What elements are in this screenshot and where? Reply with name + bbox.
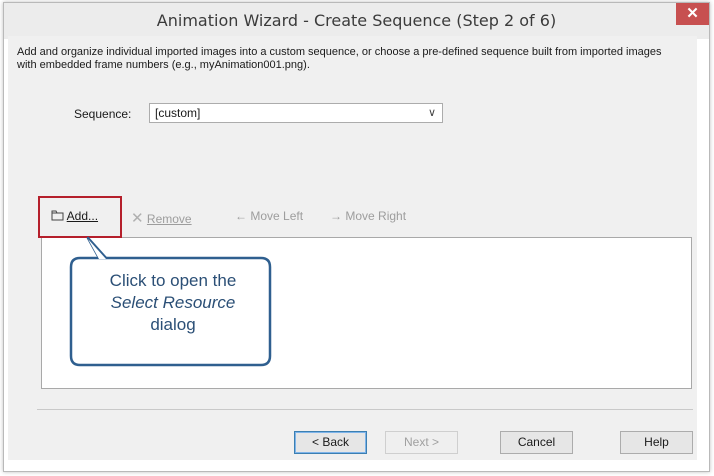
callout-bubble — [69, 236, 272, 367]
callout-line-2: Select Resource — [110, 293, 236, 312]
callout-line-1: Click to open the — [109, 271, 237, 290]
callout-text: Click to open the Select Resource dialog — [72, 270, 274, 336]
callout-line-3: dialog — [150, 315, 196, 334]
